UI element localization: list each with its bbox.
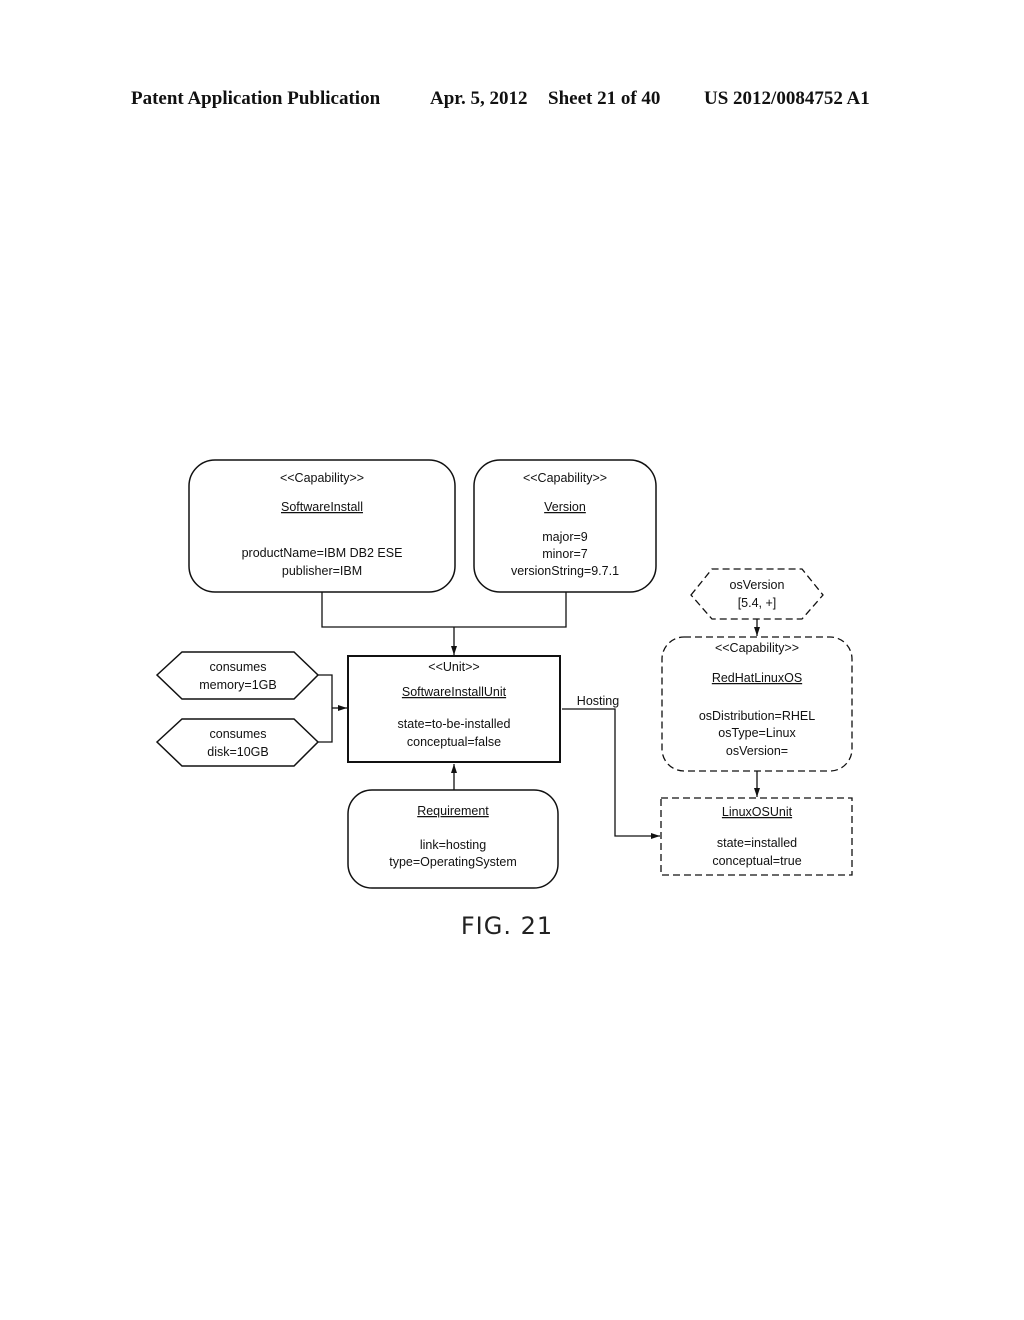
attr-publisher: publisher=IBM <box>282 564 362 578</box>
connector-consumes-to-unit <box>318 674 347 743</box>
attr-type: type=OperatingSystem <box>389 855 517 869</box>
attr-major: major=9 <box>542 530 588 544</box>
consumes-disk-hexagon[interactable]: consumes disk=10GB <box>155 718 320 767</box>
requirement-name: Requirement <box>417 804 489 818</box>
consumes-label: consumes <box>210 660 267 674</box>
connector-hosting-link <box>562 708 660 839</box>
attr-link: link=hosting <box>420 838 486 852</box>
capability-name: Version <box>544 500 586 514</box>
attr-version-string: versionString=9.7.1 <box>511 564 619 578</box>
requirement-box[interactable]: Requirement link=hosting type=OperatingS… <box>347 789 559 889</box>
stereotype-label: <<Capability>> <box>715 641 799 655</box>
attr-os-version: osVersion= <box>726 744 788 758</box>
unit-software-install-unit[interactable]: <<Unit>> SoftwareInstallUnit state=to-be… <box>347 655 561 763</box>
constraint-os-version[interactable]: osVersion [5.4, +] <box>690 568 824 620</box>
constraint-name: osVersion <box>730 578 785 592</box>
attr-os-type: osType=Linux <box>718 726 796 740</box>
capability-name: RedHatLinuxOS <box>712 671 802 685</box>
memory-value: memory=1GB <box>199 678 276 692</box>
figure-caption: FIG. 21 <box>461 912 553 940</box>
capability-software-install[interactable]: <<Capability>> SoftwareInstall productNa… <box>188 459 456 593</box>
unit-name: SoftwareInstallUnit <box>402 685 507 699</box>
connector-capabilities-to-unit <box>321 592 567 655</box>
attr-conceptual: conceptual=false <box>407 735 501 749</box>
attr-minor: minor=7 <box>542 547 588 561</box>
attr-state: state=to-be-installed <box>398 717 511 731</box>
consumes-memory-hexagon[interactable]: consumes memory=1GB <box>155 651 320 700</box>
constraint-range: [5.4, +] <box>738 596 777 610</box>
hosting-link-label: Hosting <box>577 694 619 708</box>
stereotype-label: <<Capability>> <box>523 471 607 485</box>
attr-state: state=installed <box>717 836 797 850</box>
capability-version[interactable]: <<Capability>> Version major=9 minor=7 v… <box>473 459 657 593</box>
unit-linux-os-unit[interactable]: LinuxOSUnit state=installed conceptual=t… <box>660 797 853 876</box>
capability-name: SoftwareInstall <box>281 500 363 514</box>
stereotype-label: <<Unit>> <box>428 660 479 674</box>
attr-os-distribution: osDistribution=RHEL <box>699 709 815 723</box>
diagram-canvas: <<Capability>> SoftwareInstall productNa… <box>155 459 853 940</box>
attr-product-name: productName=IBM DB2 ESE <box>242 546 403 560</box>
disk-value: disk=10GB <box>207 745 269 759</box>
capability-redhat-linux-os[interactable]: <<Capability>> RedHatLinuxOS osDistribut… <box>661 636 853 772</box>
attr-conceptual: conceptual=true <box>712 854 801 868</box>
stereotype-label: <<Capability>> <box>280 471 364 485</box>
consumes-label: consumes <box>210 727 267 741</box>
unit-name: LinuxOSUnit <box>722 805 793 819</box>
